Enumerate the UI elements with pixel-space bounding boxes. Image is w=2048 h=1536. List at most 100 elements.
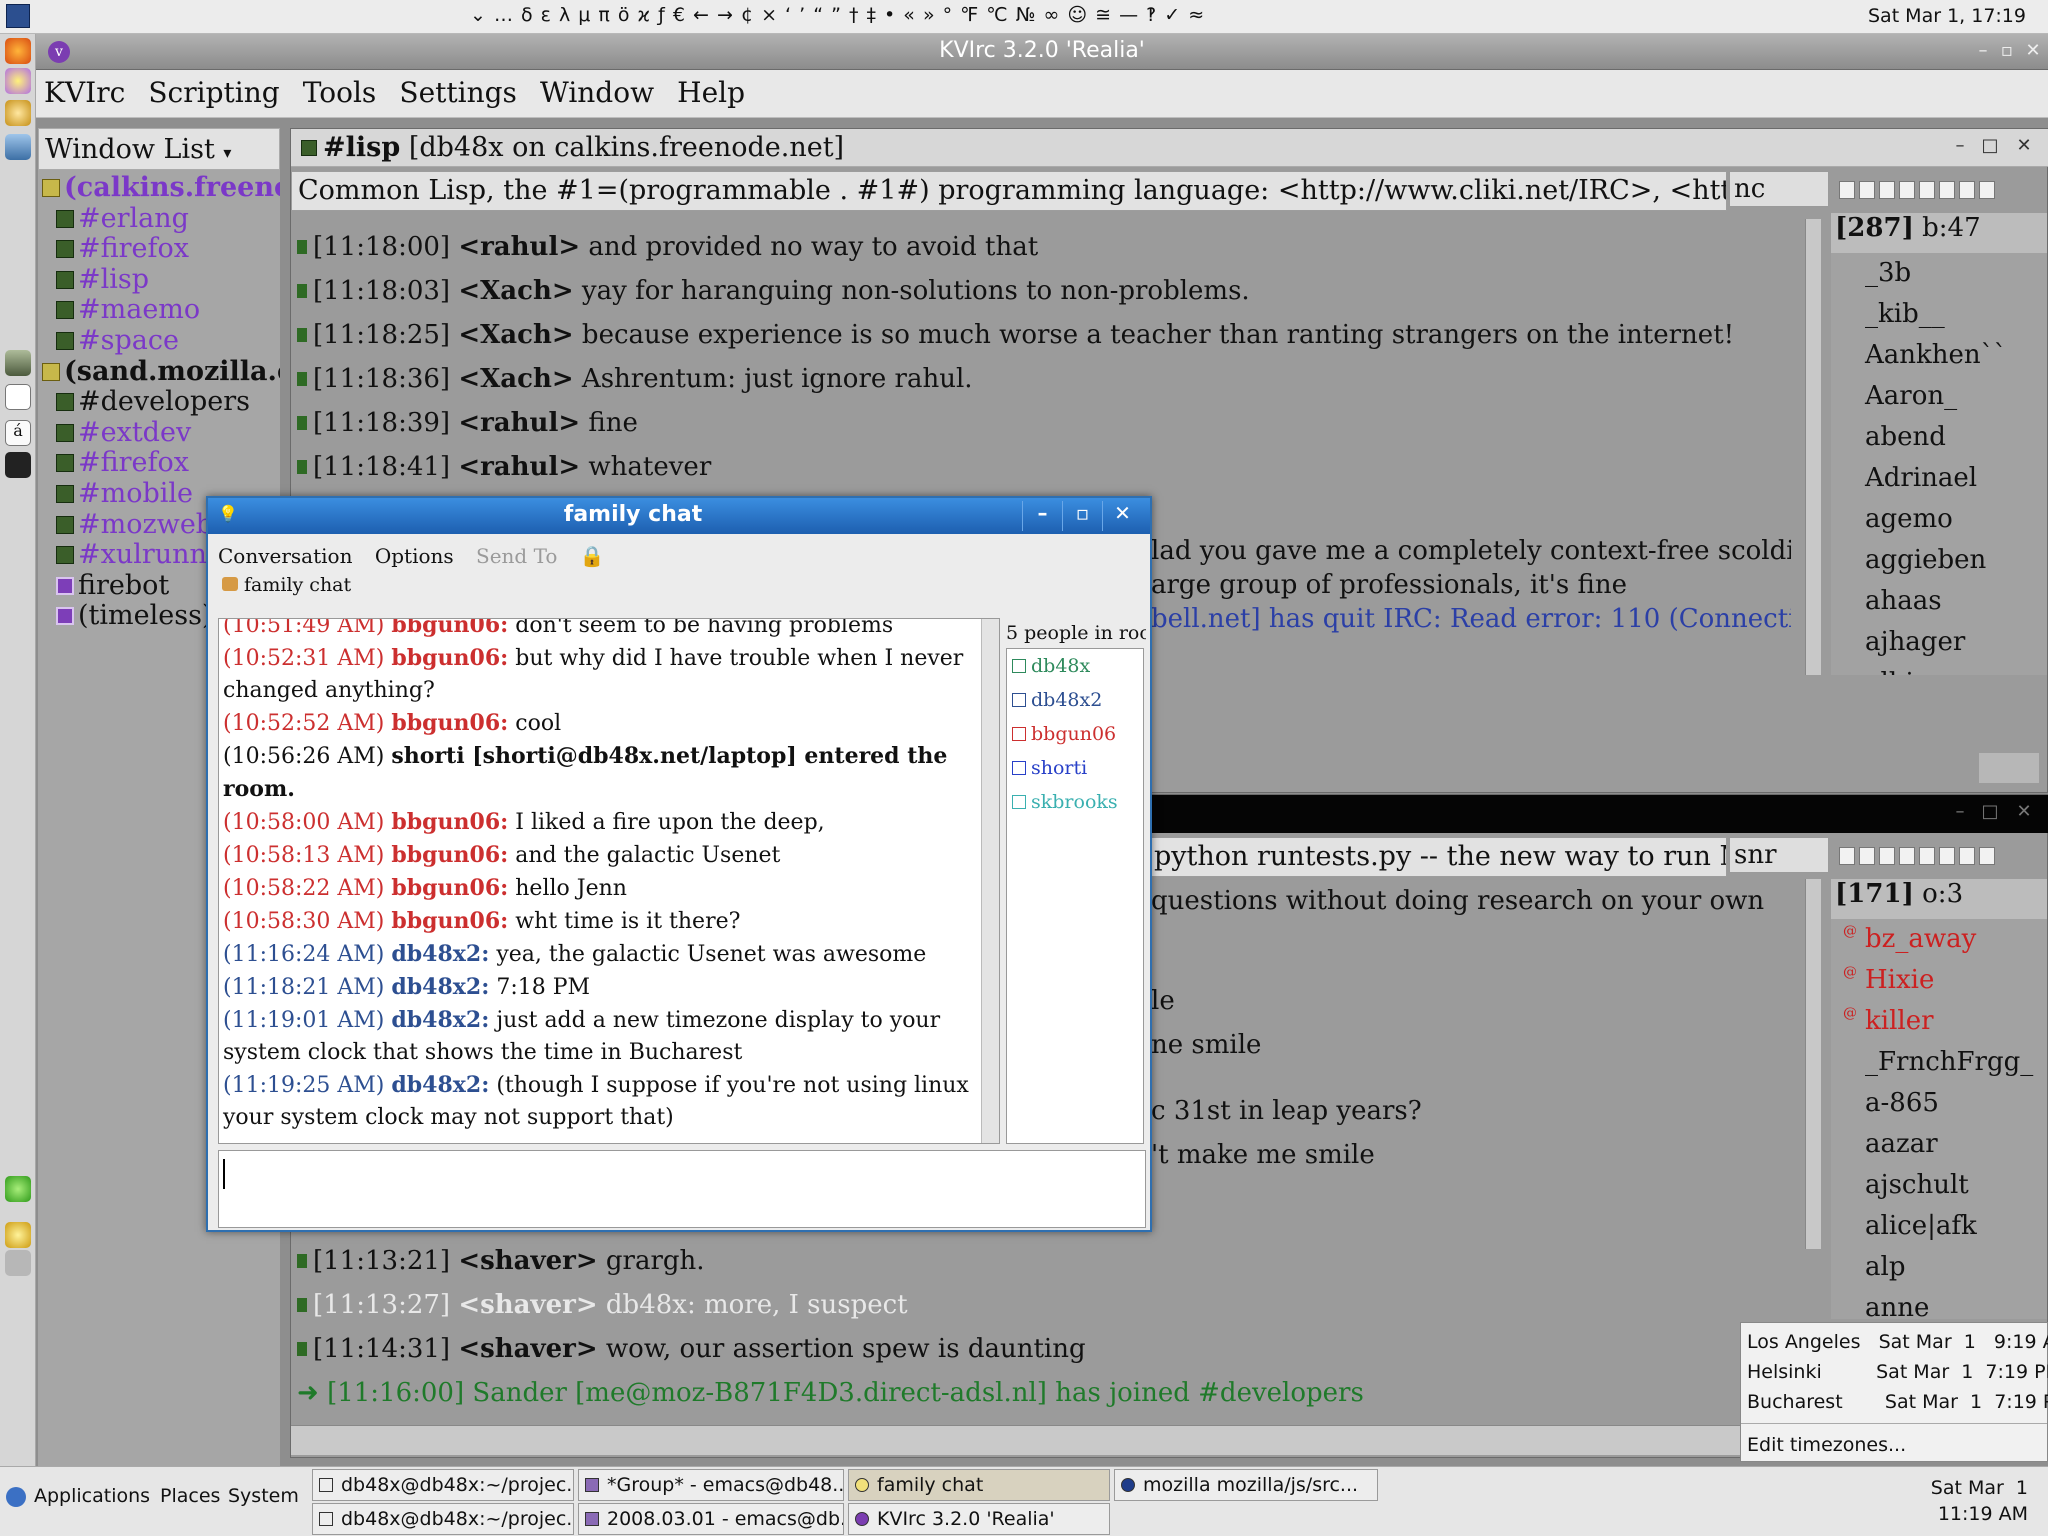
nick-item[interactable]: alice|afk: [1831, 1206, 2047, 1247]
menu-applications[interactable]: Applications: [34, 1485, 150, 1507]
menu-places[interactable]: Places: [160, 1485, 220, 1507]
monitor-icon[interactable]: [5, 134, 31, 160]
bottom-clock[interactable]: Sat Mar 1 11:19 AM: [1931, 1475, 2028, 1527]
task-button[interactable]: KVIrc 3.2.0 'Realia': [848, 1503, 1110, 1535]
chat-nick[interactable]: <shaver>: [458, 1290, 597, 1320]
chat-nick[interactable]: <Xach>: [458, 276, 573, 306]
character-map-icon[interactable]: á: [5, 420, 31, 446]
toolbar-icon[interactable]: [1979, 847, 1995, 865]
calculator-icon[interactable]: [5, 350, 31, 376]
tab-family-chat[interactable]: family chat: [222, 574, 351, 604]
menu-settings[interactable]: Settings: [399, 76, 517, 109]
task-button[interactable]: db48x@db48x:~/projec...: [312, 1469, 574, 1501]
toolbar-icon[interactable]: [1879, 181, 1895, 199]
developers-mode-field[interactable]: snr: [1729, 837, 1829, 873]
toolbar-icon[interactable]: [1959, 847, 1975, 865]
menu-scripting[interactable]: Scripting: [148, 76, 279, 109]
menu-system[interactable]: System: [228, 1485, 299, 1507]
lisp-maximize-button[interactable]: □: [1977, 135, 2003, 159]
developers-input[interactable]: [291, 1425, 1801, 1455]
character-palette[interactable]: ⌄ … δ ε λ μ π ö ϰ ƒ € ← → ¢ × ‘ ’ “ ” † …: [470, 4, 1205, 26]
nick-item[interactable]: anne: [1831, 1288, 2047, 1319]
printer-icon[interactable]: [5, 1250, 31, 1276]
menu-options[interactable]: Options: [375, 544, 454, 568]
lisp-minimize-button[interactable]: –: [1947, 135, 1973, 159]
person-item[interactable]: db48x: [1007, 649, 1143, 683]
nick-item[interactable]: _3b: [1831, 253, 2047, 294]
sun-icon[interactable]: [5, 1222, 31, 1248]
toolbar-icon[interactable]: [1899, 181, 1915, 199]
task-button[interactable]: db48x@db48x:~/projec...: [312, 1503, 574, 1535]
nick-item[interactable]: @ bz_away: [1831, 919, 2047, 960]
family-chat-close-button[interactable]: ✕: [1102, 501, 1142, 531]
toolbar-icon[interactable]: [1919, 847, 1935, 865]
toolbar-icon[interactable]: [1859, 181, 1875, 199]
chat-nick[interactable]: <rahul>: [458, 408, 580, 438]
status-icon[interactable]: [5, 1176, 31, 1202]
nick-item[interactable]: @ Hixie: [1831, 960, 2047, 1001]
window-list-header[interactable]: Window List ▾: [38, 128, 280, 170]
chat-nick[interactable]: <Xach>: [458, 320, 573, 350]
nick-item[interactable]: alp: [1831, 1247, 2047, 1288]
lisp-close-button[interactable]: ✕: [2011, 135, 2037, 159]
conversation-history[interactable]: (10:51:49 AM) bbgun06: don't seem to be …: [218, 618, 1000, 1144]
nick-item[interactable]: _kib__: [1831, 294, 2047, 335]
person-item[interactable]: bbgun06: [1007, 717, 1143, 751]
menu-conversation[interactable]: Conversation: [218, 544, 352, 568]
top-clock[interactable]: Sat Mar 1, 17:19: [1868, 5, 2026, 27]
conversation-scrollbar[interactable]: [981, 619, 999, 1143]
person-item[interactable]: db48x2: [1007, 683, 1143, 717]
lisp-mode-field[interactable]: nc: [1729, 171, 1829, 207]
developers-close-button[interactable]: ✕: [2011, 801, 2037, 825]
nick-item[interactable]: ajhager: [1831, 622, 2047, 663]
nick-item[interactable]: _FrnchFrgg_: [1831, 1042, 2047, 1083]
app-minimize-button[interactable]: –: [1970, 40, 1996, 64]
nick-item[interactable]: Adrinael: [1831, 458, 2047, 499]
toolbar-icon[interactable]: [1939, 847, 1955, 865]
camera-icon[interactable]: [5, 452, 31, 478]
developers-chat-scrollbar[interactable]: [1805, 879, 1821, 1249]
notes-icon[interactable]: [5, 384, 31, 410]
developers-maximize-button[interactable]: □: [1977, 801, 2003, 825]
chat-nick[interactable]: <shaver>: [458, 1334, 597, 1364]
menu-tools[interactable]: Tools: [303, 76, 377, 109]
family-chat-minimize-button[interactable]: –: [1022, 501, 1062, 531]
lock-icon[interactable]: 🔒: [580, 544, 605, 568]
menu-icon[interactable]: [6, 4, 30, 28]
message-input[interactable]: [218, 1150, 1146, 1228]
chat-nick[interactable]: <rahul>: [458, 232, 580, 262]
app-close-button[interactable]: ✕: [2020, 40, 2046, 64]
app-titlebar[interactable]: v KVIrc 3.2.0 'Realia' – ▫ ✕: [36, 34, 2048, 70]
toolbar-icon[interactable]: [1839, 181, 1855, 199]
nick-item[interactable]: @ killer: [1831, 1001, 2047, 1042]
toolbar-icon[interactable]: [1879, 847, 1895, 865]
developers-minimize-button[interactable]: –: [1947, 801, 1973, 825]
developers-nick-list[interactable]: [171] o:3 @ bz_away @ Hixie @ killer _FrnchFrg…: [1831, 879, 2047, 1319]
nick-item[interactable]: abend: [1831, 417, 2047, 458]
dropdown-icon[interactable]: ▾: [223, 143, 231, 162]
lisp-topic[interactable]: Common Lisp, the #1=(programmable . #1#)…: [291, 171, 1727, 211]
nick-item[interactable]: Aankhen``: [1831, 335, 2047, 376]
nick-item[interactable]: aazar: [1831, 1124, 2047, 1165]
toolbar-icon[interactable]: [1839, 847, 1855, 865]
toolbar-icon[interactable]: [1959, 181, 1975, 199]
chat-nick[interactable]: <rahul>: [458, 452, 580, 482]
toolbar-icon[interactable]: [1899, 847, 1915, 865]
lisp-chat-scrollbar[interactable]: [1805, 219, 1821, 675]
task-button[interactable]: mozilla mozilla/js/src...: [1114, 1469, 1378, 1501]
menu-window[interactable]: Window: [540, 76, 654, 109]
person-item[interactable]: skbrooks: [1007, 785, 1143, 819]
family-chat-maximize-button[interactable]: ▫: [1062, 501, 1102, 531]
task-button[interactable]: 2008.03.01 - emacs@db...: [578, 1503, 844, 1535]
developers-chat-view[interactable]: [11:13:21] <shaver> grargh. [11:13:27] <s…: [297, 1239, 1797, 1419]
toolbar-icon[interactable]: [1859, 847, 1875, 865]
nick-item[interactable]: a-865: [1831, 1083, 2047, 1124]
edit-timezones-button[interactable]: Edit timezones...: [1741, 1430, 2047, 1460]
firefox-icon[interactable]: [5, 38, 31, 64]
people-list[interactable]: db48x db48x2 bbgun06 shorti skbrooks: [1006, 648, 1144, 1144]
nick-item[interactable]: aggieben: [1831, 540, 2047, 581]
kvirc-launcher-icon[interactable]: [5, 68, 31, 94]
gnome-foot-icon[interactable]: [6, 1487, 26, 1507]
lisp-window-titlebar[interactable]: #lisp [db48x on calkins.freenode.net]: [291, 129, 2048, 167]
toolbar-icon[interactable]: [1979, 181, 1995, 199]
